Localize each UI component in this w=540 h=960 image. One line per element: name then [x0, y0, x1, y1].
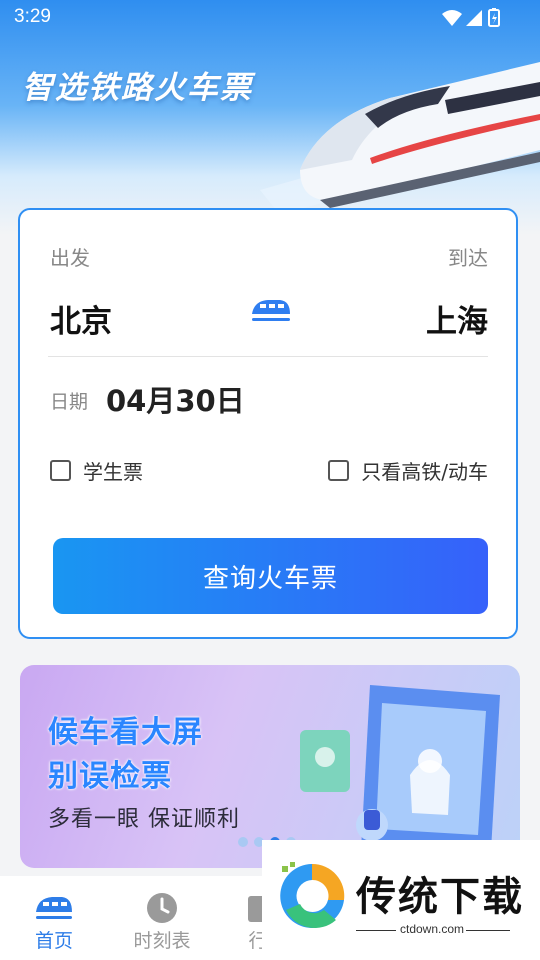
- status-bar: 3:29: [0, 0, 540, 36]
- depart-label: 出发: [50, 246, 90, 270]
- carousel-dot[interactable]: [238, 837, 248, 847]
- clock-icon: [147, 893, 177, 923]
- hero-title: 智选铁路火车票: [22, 70, 253, 106]
- date-value[interactable]: 04月30日: [106, 378, 245, 420]
- banner-title-line1: 候车看大屏: [48, 715, 203, 750]
- tab-home[interactable]: 首页: [14, 886, 94, 953]
- watermark-rule: [466, 930, 510, 931]
- tab-timetable[interactable]: 时刻表: [122, 886, 202, 953]
- divider: [48, 356, 488, 357]
- tab-timetable-label: 时刻表: [133, 930, 191, 952]
- student-ticket-option[interactable]: 学生票: [50, 456, 143, 485]
- highspeed-label: 只看高铁/动车: [361, 460, 488, 484]
- watermark-logo-icon: [280, 862, 345, 929]
- banner-subtitle: 多看一眼 保证顺利: [48, 807, 240, 832]
- tab-home-label: 首页: [34, 930, 73, 952]
- to-city[interactable]: 上海: [426, 296, 488, 341]
- high-speed-train-illustration: [260, 62, 540, 215]
- waiting-screen-illustration: [300, 685, 500, 868]
- battery-icon: [488, 8, 500, 27]
- train-swap-icon[interactable]: [250, 296, 292, 326]
- watermark-url: ctdown.com: [400, 922, 465, 936]
- watermark-rule: [356, 930, 396, 931]
- banner-title-line2: 别误检票: [48, 759, 172, 794]
- wifi-icon: [442, 10, 462, 26]
- search-tickets-button[interactable]: 查询火车票: [53, 538, 488, 614]
- highspeed-checkbox[interactable]: [328, 460, 350, 481]
- status-icons: [442, 8, 500, 27]
- arrive-label: 到达: [448, 246, 488, 270]
- ticket-search-card: 出发 到达 北京 上海 日期 04月30日 学生票 只看高铁/动车 查询火车票: [18, 208, 518, 639]
- status-time: 3:29: [14, 6, 51, 27]
- student-label: 学生票: [83, 460, 143, 484]
- highspeed-only-option[interactable]: 只看高铁/动车: [328, 456, 488, 485]
- watermark-brand: 传统下载: [356, 874, 524, 920]
- signal-icon: [466, 10, 482, 26]
- train-icon: [36, 897, 72, 919]
- from-city[interactable]: 北京: [50, 296, 112, 341]
- promo-banner[interactable]: 候车看大屏 别误检票 多看一眼 保证顺利: [20, 665, 520, 868]
- student-checkbox[interactable]: [50, 460, 71, 481]
- date-label: 日期: [50, 391, 89, 413]
- watermark: 传统下载 ctdown.com: [262, 840, 540, 960]
- hero-header: 3:29 智选铁路火车票: [0, 0, 540, 235]
